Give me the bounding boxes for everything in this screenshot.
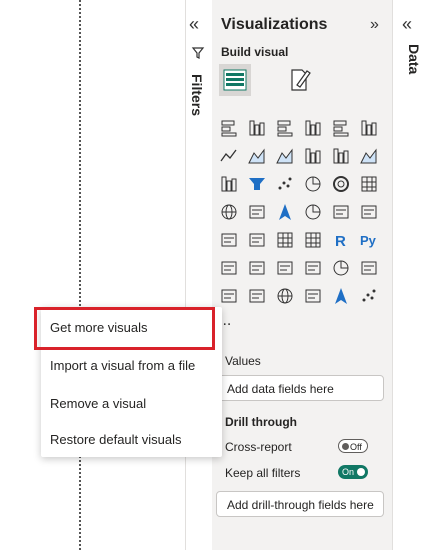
slicer-icon[interactable] [247, 230, 267, 250]
chevron-visual-icon[interactable] [331, 286, 351, 306]
line-and-stacked-column-chart-icon[interactable] [303, 146, 323, 166]
area-chart-icon[interactable] [247, 146, 267, 166]
scatter-chart-icon[interactable] [275, 174, 295, 194]
decomposition-tree-icon[interactable] [247, 258, 267, 278]
values-section-label: Values [225, 354, 261, 368]
table-icon[interactable] [275, 230, 295, 250]
funnel-chart-icon[interactable] [247, 174, 267, 194]
filled-map-icon[interactable] [247, 202, 267, 222]
build-visual-button[interactable] [219, 64, 251, 96]
paginated-report-icon[interactable] [359, 258, 379, 278]
azure-map-icon[interactable] [275, 202, 295, 222]
100-stacked-bar-chart-icon[interactable] [331, 118, 351, 138]
cross-report-label: Cross-report [225, 440, 292, 454]
filters-label-text: Filters [189, 74, 205, 117]
treemap-icon[interactable] [359, 174, 379, 194]
filters-collapse-icon[interactable]: « [189, 14, 199, 35]
keep-all-filters-toggle[interactable]: On [338, 465, 368, 479]
cross-report-toggle[interactable]: Off [338, 439, 368, 453]
svg-text:R: R [335, 233, 346, 250]
menu-item-get-more-visuals[interactable]: Get more visuals [41, 311, 222, 345]
canvas-border [79, 0, 81, 550]
stacked-bar-chart-icon[interactable] [219, 118, 239, 138]
waterfall-chart-icon[interactable] [219, 174, 239, 194]
data-label-text: Data [406, 44, 422, 75]
r-script-visual-icon[interactable]: R [331, 230, 351, 250]
build-visual-label: Build visual [221, 45, 289, 59]
menu-item-import-visual[interactable]: Import a visual from a file [41, 349, 222, 383]
arcgis-map-icon[interactable] [275, 286, 295, 306]
build-visual-icon [223, 69, 247, 91]
more-visuals-button[interactable]: ... [218, 312, 248, 334]
power-apps-icon[interactable] [219, 286, 239, 306]
qna-icon[interactable] [275, 258, 295, 278]
key-influencers-icon[interactable] [219, 258, 239, 278]
metrics-icon[interactable] [331, 258, 351, 278]
drill-through-drop-field[interactable]: Add drill-through fields here [216, 491, 384, 517]
filter-funnel-icon [191, 46, 205, 65]
100-stacked-column-chart-icon[interactable] [359, 118, 379, 138]
pie-chart-icon[interactable] [303, 174, 323, 194]
power-automate-icon[interactable] [247, 286, 267, 306]
filters-pane-label[interactable]: Filters [181, 74, 211, 134]
data-pane-label[interactable]: Data [398, 44, 426, 94]
clustered-bar-chart-icon[interactable] [275, 118, 295, 138]
python-visual-icon[interactable]: Py [359, 230, 379, 250]
dot-plot-icon[interactable] [359, 286, 379, 306]
ribbon-chart-icon[interactable] [359, 146, 379, 166]
donut-chart-icon[interactable] [331, 174, 351, 194]
menu-item-remove-visual[interactable]: Remove a visual [41, 387, 222, 421]
svg-text:Py: Py [360, 233, 377, 248]
visualizations-expand-icon[interactable]: » [370, 16, 379, 34]
stacked-area-chart-icon[interactable] [275, 146, 295, 166]
clustered-column-chart-icon[interactable] [303, 118, 323, 138]
context-menu: Get more visuals Import a visual from a … [41, 307, 222, 457]
diamond-visual-icon[interactable] [303, 286, 323, 306]
format-paintbrush-icon [291, 69, 311, 91]
values-drop-field[interactable]: Add data fields here [216, 375, 384, 401]
card-icon[interactable] [331, 202, 351, 222]
matrix-icon[interactable] [303, 230, 323, 250]
line-and-clustered-column-chart-icon[interactable] [331, 146, 351, 166]
report-canvas[interactable] [0, 0, 185, 550]
keep-all-filters-label: Keep all filters [225, 466, 301, 480]
line-chart-icon[interactable] [219, 146, 239, 166]
visualizations-title: Visualizations [221, 16, 328, 33]
smart-narrative-icon[interactable] [303, 258, 323, 278]
format-visual-button[interactable] [284, 64, 316, 96]
menu-item-restore-default[interactable]: Restore default visuals [41, 423, 222, 457]
stacked-column-chart-icon[interactable] [247, 118, 267, 138]
multi-row-card-icon[interactable] [359, 202, 379, 222]
map-icon[interactable] [219, 202, 239, 222]
kpi-icon[interactable] [219, 230, 239, 250]
data-collapse-icon[interactable]: « [402, 14, 412, 35]
drill-through-title: Drill through [225, 415, 297, 429]
gauge-icon[interactable] [303, 202, 323, 222]
